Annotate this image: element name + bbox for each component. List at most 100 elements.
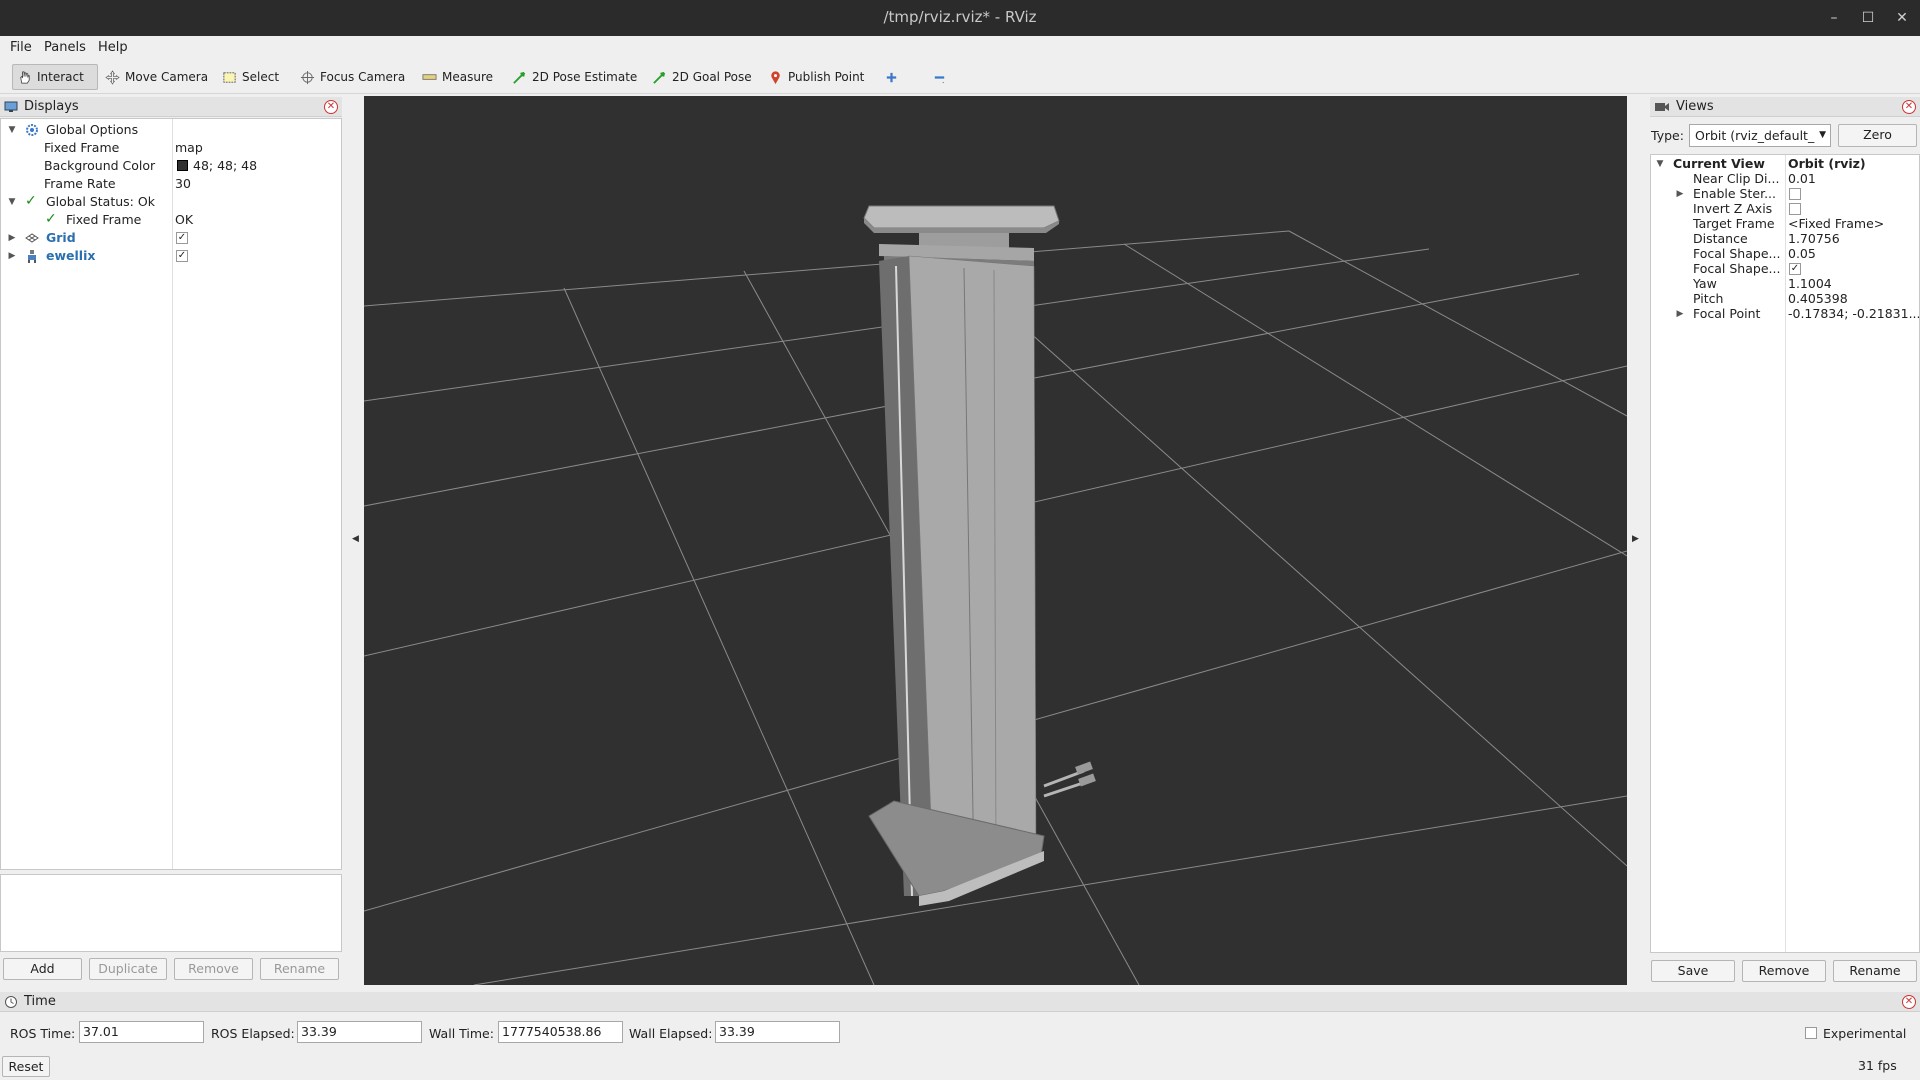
ewellix-enabled-checkbox[interactable]: ✓ [176,250,188,262]
ros-elapsed-field[interactable]: 33.39 [297,1021,422,1043]
green-arrow-icon [653,71,666,84]
publish-point-tool-button[interactable]: Publish Point [764,64,868,90]
add-tool-button[interactable] [880,64,903,90]
view-prop-value[interactable]: 1.1004 [1788,276,1832,291]
ewellix-lift-model [863,205,1096,906]
gear-icon [26,124,38,136]
expand-arrow-icon[interactable]: ▼ [7,121,17,139]
zero-view-button[interactable]: Zero [1838,124,1917,147]
checkmark-icon: ✓ [25,193,37,209]
views-tree: ▼ Current View Orbit (rviz) Near Clip Di… [1650,154,1920,953]
invert-z-axis-checkbox[interactable] [1789,203,1801,215]
view-prop-label: Target Frame [1693,216,1775,231]
remove-display-button[interactable]: Remove [174,958,253,980]
pose-estimate-tool-button[interactable]: 2D Pose Estimate [508,64,641,90]
rename-view-button[interactable]: Rename [1833,960,1917,982]
menu-panels[interactable]: Panels [44,40,86,55]
experimental-label: Experimental [1823,1026,1907,1041]
collapse-arrow-icon[interactable]: ▶ [7,229,17,247]
wall-elapsed-field[interactable]: 33.39 [715,1021,840,1043]
tree-row-global-status[interactable]: ▼ ✓ Global Status: Ok [1,193,341,211]
measure-tool-button[interactable]: Measure [418,64,497,90]
color-swatch[interactable] [177,160,188,171]
fixed-frame-value[interactable]: map [175,140,203,155]
collapse-arrow-icon[interactable]: ▶ [7,247,17,265]
select-tool-button[interactable]: Select [218,64,283,90]
view-type-dropdown[interactable]: Orbit (rviz_default_ ▼ [1689,124,1831,147]
clock-icon [5,995,17,1008]
move-arrows-icon [105,69,120,85]
collapse-right-arrow-icon[interactable]: ▶ [1632,534,1639,544]
view-prop-row[interactable]: ▶ Focal Point -0.17834; -0.21831... [1651,305,1919,323]
tree-row-fixed-frame[interactable]: Fixed Frame map [1,139,341,157]
pose-estimate-label: 2D Pose Estimate [532,70,638,84]
collapse-left-arrow-icon[interactable]: ◀ [352,534,359,544]
background-color-value[interactable]: 48; 48; 48 [193,158,257,173]
background-color-label: Background Color [44,158,156,173]
frame-rate-label: Frame Rate [44,176,116,191]
add-display-button[interactable]: Add [3,958,82,980]
tree-row-global-options[interactable]: ▼ Global Options [1,121,341,139]
view-prop-value[interactable]: -0.17834; -0.21831... [1788,306,1919,321]
plus-icon [886,72,897,82]
focal-shape-fixed-checkbox[interactable]: ✓ [1789,263,1801,275]
wall-elapsed-label: Wall Elapsed: [629,1026,713,1041]
minimize-icon[interactable]: – [1822,6,1846,30]
ros-time-field[interactable]: 37.01 [79,1021,204,1043]
expand-arrow-icon[interactable]: ▼ [7,193,17,211]
time-panel-header: Time ✕ [0,992,1920,1012]
reset-time-button[interactable]: Reset [2,1056,50,1077]
view-prop-label: Pitch [1693,291,1724,306]
goal-pose-tool-button[interactable]: 2D Goal Pose [648,64,756,90]
view-prop-value[interactable]: 1.70756 [1788,231,1840,246]
grid-enabled-checkbox[interactable]: ✓ [176,232,188,244]
view-prop-value[interactable]: 0.405398 [1788,291,1848,306]
collapse-arrow-icon[interactable]: ▶ [1675,305,1685,323]
view-prop-label: Invert Z Axis [1693,201,1773,216]
tree-row-frame-rate[interactable]: Frame Rate 30 [1,175,341,193]
wall-time-field[interactable]: 1777540538.86 [498,1021,623,1043]
enable-stereo-checkbox[interactable] [1789,188,1801,200]
menu-help[interactable]: Help [98,40,128,55]
goal-pose-label: 2D Goal Pose [672,70,752,84]
tree-row-status-fixed-frame[interactable]: ✓ Fixed Frame OK [1,211,341,229]
move-camera-tool-button[interactable]: Move Camera [101,64,212,90]
map-pin-icon [771,70,780,84]
rename-display-button[interactable]: Rename [260,958,339,980]
frame-rate-value[interactable]: 30 [175,176,191,191]
ewellix-label: ewellix [46,248,96,263]
view-prop-value[interactable]: 0.05 [1788,246,1816,261]
tree-row-grid[interactable]: ▶ Grid ✓ [1,229,341,247]
current-view-label: Current View [1673,156,1765,171]
maximize-icon[interactable]: ☐ [1856,6,1880,30]
remove-view-button[interactable]: Remove [1742,960,1826,982]
view-prop-label: Distance [1693,231,1748,246]
tree-row-background-color[interactable]: Background Color 48; 48; 48 [1,157,341,175]
status-fixed-frame-value: OK [175,212,194,227]
view-prop-value[interactable]: <Fixed Frame> [1788,216,1884,231]
global-options-label: Global Options [46,122,139,137]
save-view-button[interactable]: Save [1651,960,1735,982]
grid-label: Grid [46,230,76,245]
tree-row-ewellix[interactable]: ▶ ewellix ✓ [1,247,341,265]
status-fixed-frame-label: Fixed Frame [66,212,142,227]
displays-tree: ▼ Global Options Fixed Frame map Backgro… [0,118,342,870]
current-view-value: Orbit (rviz) [1788,156,1866,171]
close-panel-icon[interactable]: ✕ [1902,995,1916,1009]
duplicate-display-button[interactable]: Duplicate [89,958,167,980]
scene-3d[interactable] [363,96,1628,986]
focus-camera-tool-button[interactable]: Focus Camera [296,64,409,90]
grid-icon [25,233,39,243]
render-viewport[interactable] [363,96,1628,986]
close-panel-icon[interactable]: ✕ [1902,100,1916,114]
remove-tool-button[interactable] [928,64,951,90]
close-window-icon[interactable]: ✕ [1890,6,1914,30]
interact-tool-button[interactable]: Interact [12,64,98,90]
measure-label: Measure [442,70,493,84]
menu-file[interactable]: File [10,40,32,55]
views-title: Views [1676,99,1714,114]
experimental-checkbox[interactable] [1805,1027,1817,1039]
view-prop-value[interactable]: 0.01 [1788,171,1816,186]
close-panel-icon[interactable]: ✕ [324,100,338,114]
wall-time-label: Wall Time: [429,1026,494,1041]
